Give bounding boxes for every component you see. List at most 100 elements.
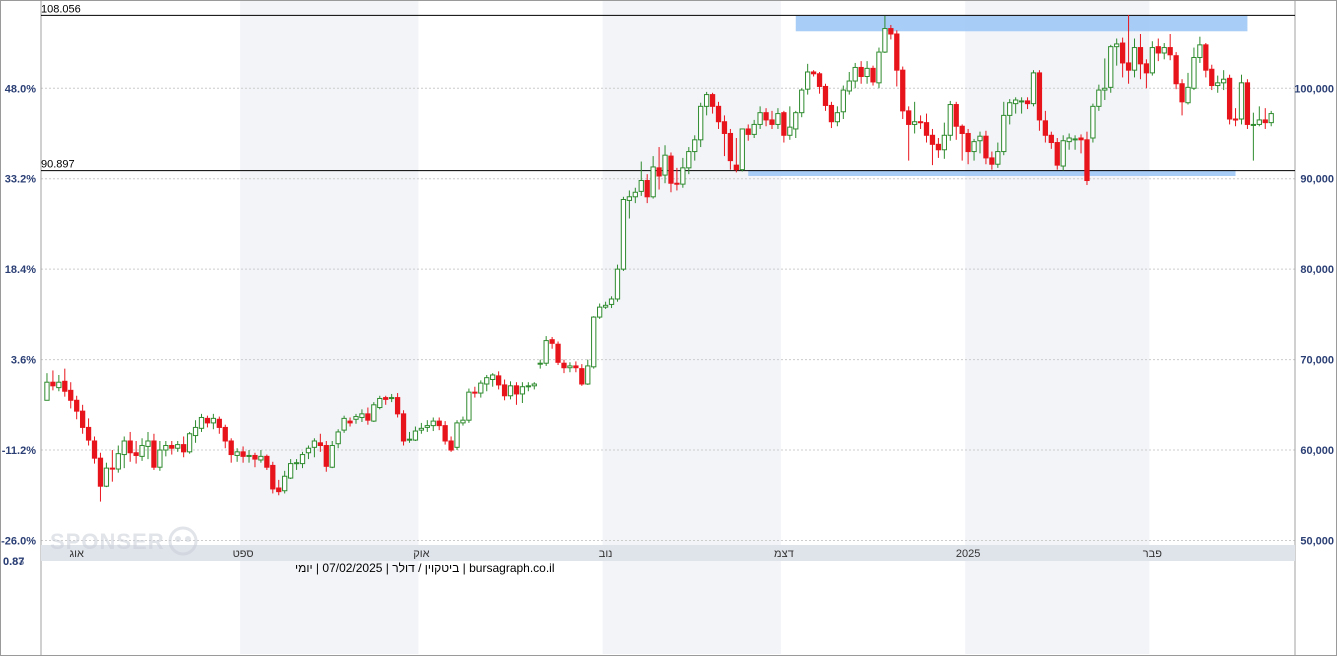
candle-body: [222, 426, 228, 442]
level-label-1: 90.897: [41, 159, 75, 171]
candle-body: [1191, 57, 1197, 89]
candle: [1161, 43, 1167, 60]
candle-body: [935, 143, 942, 151]
candle: [163, 440, 169, 457]
candle-body: [1244, 82, 1251, 125]
left-tick-label: -11.2%: [2, 445, 36, 457]
candle: [62, 368, 68, 397]
candle-body: [347, 420, 353, 424]
candle-body: [983, 135, 989, 159]
candle-body: [519, 386, 526, 395]
candle-body: [1001, 114, 1007, 153]
candle-body: [810, 71, 817, 75]
candle: [894, 30, 900, 87]
candle-body: [311, 440, 318, 448]
candle-body: [1090, 105, 1096, 139]
candle-body: [923, 122, 930, 136]
candle-body: [561, 362, 567, 369]
candle: [739, 128, 745, 172]
candle-body: [1149, 47, 1155, 74]
candle-body: [400, 413, 407, 442]
candle-body: [1262, 119, 1268, 124]
candle: [1167, 33, 1173, 61]
candle: [133, 440, 139, 464]
candle-body: [995, 151, 1001, 165]
candle-body: [709, 94, 716, 107]
candle-body: [876, 51, 882, 84]
candle: [1149, 41, 1155, 76]
candle: [1244, 79, 1251, 129]
x-axis: אוג ספט אוק נוב דצמ 2025 פבר: [41, 545, 1295, 561]
candle-body: [864, 67, 870, 78]
candle: [228, 438, 234, 463]
candle-body: [775, 113, 781, 125]
candle-body: [602, 304, 609, 308]
candle-body: [1226, 77, 1233, 120]
candle: [454, 420, 460, 451]
candle-body: [270, 464, 276, 490]
candle-body: [85, 426, 92, 441]
candle-body: [442, 425, 448, 442]
candle: [175, 440, 181, 452]
candle-body: [573, 365, 579, 369]
candle-body: [127, 440, 133, 454]
candle-body: [181, 444, 187, 453]
candle: [181, 436, 187, 458]
candle-body: [1197, 44, 1203, 59]
candle: [597, 303, 603, 319]
candle-body: [91, 440, 98, 459]
candle: [900, 66, 906, 120]
candle-body: [478, 382, 484, 394]
candle: [816, 71, 823, 94]
candle-body: [1042, 120, 1049, 136]
candle-body: [424, 425, 430, 428]
candle: [1238, 74, 1245, 125]
right-tick-label: 100,000: [1294, 83, 1334, 95]
candle: [810, 70, 817, 77]
candlestick-chart: 108.056 90.897 -26.0% -11.2% 3.6% 18.4% 33.2%…: [1, 1, 1334, 655]
candle: [834, 106, 841, 127]
candle: [490, 373, 496, 387]
left-tick-label: 3.6%: [11, 355, 36, 367]
candle-body: [121, 440, 127, 456]
candle-body: [1238, 82, 1245, 120]
candle-body: [751, 123, 757, 135]
candle: [68, 382, 74, 409]
candle-body: [882, 28, 888, 53]
candle-body: [1066, 137, 1072, 143]
candle-body: [626, 196, 633, 201]
candle: [1221, 70, 1227, 91]
candle-body: [377, 397, 383, 409]
candle-body: [305, 447, 312, 454]
candle-body: [68, 389, 74, 401]
candle-body: [501, 384, 508, 397]
candle-body: [74, 399, 80, 412]
candle-body: [157, 449, 163, 468]
candle: [864, 61, 870, 84]
candle: [1226, 74, 1233, 125]
candle-body: [1024, 100, 1031, 105]
candle: [50, 370, 56, 391]
candle-body: [662, 154, 668, 176]
candle: [484, 374, 490, 392]
candle-body: [597, 306, 603, 318]
candle: [501, 379, 508, 401]
candle: [573, 361, 579, 373]
candle: [264, 454, 270, 470]
candle-body: [799, 89, 805, 114]
candle-body: [585, 365, 591, 385]
candle-body: [210, 417, 217, 424]
candle: [186, 431, 193, 454]
candle-body: [454, 422, 460, 448]
candle: [858, 61, 864, 84]
left-tick-label: 48.0%: [5, 83, 36, 95]
candle: [139, 438, 145, 461]
candle-body: [163, 445, 169, 451]
candle-body: [989, 157, 995, 165]
candle-body: [900, 69, 906, 112]
x-tick-label: אוק: [413, 548, 429, 560]
x-tick-label: ספט: [233, 548, 254, 560]
left-tick-label: -26.0%: [1, 535, 36, 547]
x-tick-label: נוב: [599, 548, 613, 560]
candle: [151, 433, 157, 470]
